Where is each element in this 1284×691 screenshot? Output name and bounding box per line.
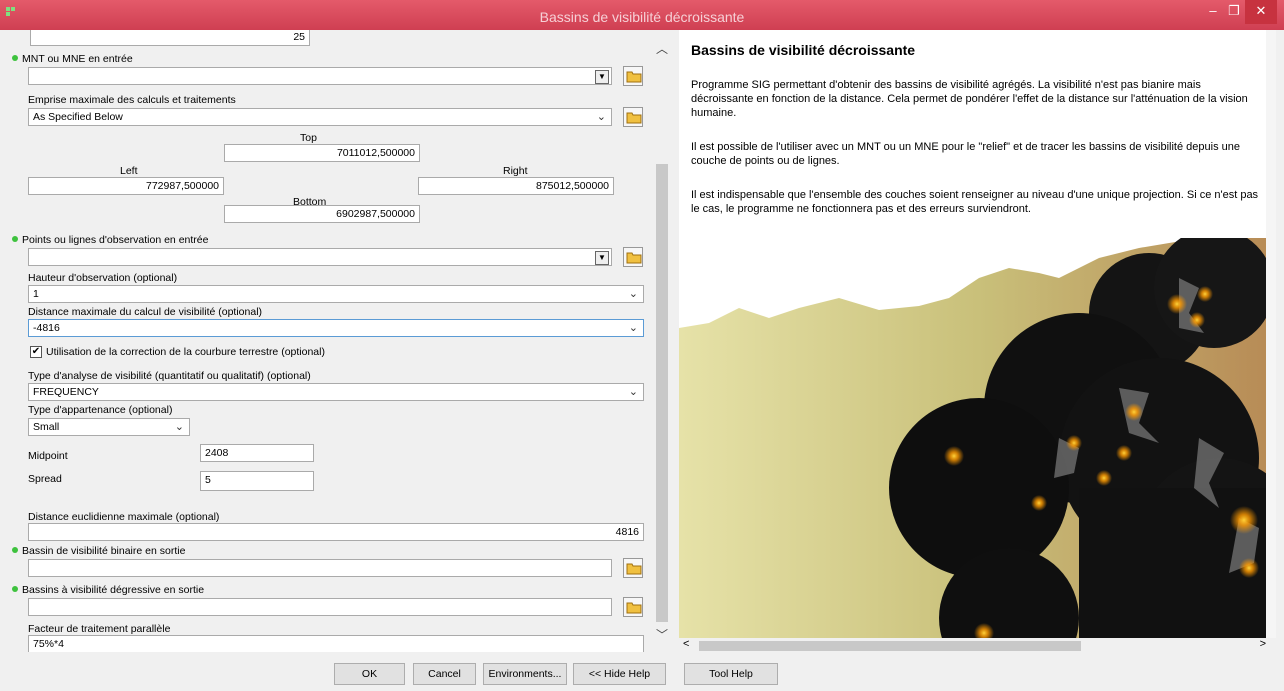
chevron-down-icon: ⌄ (628, 386, 638, 398)
facteur-input[interactable]: 75%*4 (28, 635, 644, 652)
type-analyse-select[interactable]: FREQUENCY ⌄ (28, 383, 644, 401)
viewshed-map-image (679, 238, 1276, 638)
cancel-button[interactable]: Cancel (413, 663, 476, 685)
points-input[interactable] (28, 248, 612, 266)
euclid-input[interactable]: 4816 (28, 523, 644, 541)
degressive-input[interactable] (28, 598, 612, 616)
curvature-label: Utilisation de la correction de la courb… (46, 346, 325, 358)
help-paragraph-3: Il est indispensable que l'ensemble des … (691, 189, 1259, 215)
scrollbar-thumb[interactable] (699, 641, 1081, 651)
distance-label: Distance maximale du calcul de visibilit… (28, 306, 263, 318)
top-extent-input[interactable]: 7011012,500000 (224, 144, 420, 162)
midpoint-label: Midpoint (28, 450, 68, 462)
right-extent-input[interactable]: 875012,500000 (418, 177, 614, 195)
distance-select[interactable]: -4816 ⌄ (28, 319, 644, 337)
required-dot-icon (12, 547, 18, 553)
mnt-dropdown-icon[interactable]: ▼ (595, 70, 609, 84)
left-extent-input[interactable]: 772987,500000 (28, 177, 224, 195)
tool-help-button[interactable]: Tool Help (684, 663, 778, 685)
appartenance-select[interactable]: Small ⌄ (28, 418, 190, 436)
help-vertical-scrollbar[interactable] (1266, 30, 1276, 638)
mnt-browse-folder-icon[interactable] (623, 66, 643, 86)
required-dot-icon (12, 55, 18, 61)
help-panel: Bassins de visibilité décroissante Progr… (679, 30, 1276, 638)
bottom-extent-input[interactable]: 6902987,500000 (224, 205, 420, 223)
help-horizontal-scrollbar[interactable]: < > (679, 638, 1276, 654)
close-button[interactable]: ✕ (1245, 0, 1277, 24)
extent-label: Emprise maximale des calculs et traiteme… (28, 94, 236, 106)
spread-input[interactable]: 5 (200, 471, 314, 491)
appartenance-label: Type d'appartenance (optional) (28, 404, 173, 416)
extent-browse-folder-icon[interactable] (623, 107, 643, 127)
hauteur-select[interactable]: 1 ⌄ (28, 285, 644, 303)
scrollbar-thumb[interactable] (656, 164, 668, 622)
points-label: Points ou lignes d'observation en entrée (12, 234, 208, 246)
points-dropdown-icon[interactable]: ▼ (595, 251, 609, 265)
chevron-down-icon: ⌄ (174, 421, 184, 433)
help-paragraph-2: Il est possible de l'utiliser avec un MN… (691, 141, 1240, 167)
mnt-label: MNT ou MNE en entrée (12, 53, 133, 65)
binaire-label: Bassin de visibilité binaire en sortie (12, 545, 185, 557)
help-paragraph-1: Programme SIG permettant d'obtenir des b… (691, 79, 1248, 119)
euclid-label: Distance euclidienne maximale (optional) (28, 511, 220, 523)
extent-select[interactable]: As Specified Below ⌄ (28, 108, 612, 126)
hide-help-button[interactable]: << Hide Help (573, 663, 666, 685)
left-label: Left (120, 165, 138, 177)
degressive-label: Bassins à visibilité dégressive en sorti… (12, 584, 204, 596)
required-dot-icon (12, 236, 18, 242)
help-title: Bassins de visibilité décroissante (691, 42, 916, 58)
ok-button[interactable]: OK (334, 663, 405, 685)
hauteur-label: Hauteur d'observation (optional) (28, 272, 178, 284)
midpoint-input[interactable]: 2408 (200, 444, 314, 462)
minimize-button[interactable]: – (1202, 0, 1224, 24)
chevron-down-icon: ⌄ (596, 111, 606, 123)
binaire-browse-folder-icon[interactable] (623, 558, 643, 578)
window-title: Bassins de visibilité décroissante (539, 9, 745, 25)
chevron-down-icon: ⌄ (628, 322, 638, 334)
chevron-down-icon: ⌄ (628, 288, 638, 300)
scroll-down-icon[interactable]: ﹀ (653, 626, 671, 643)
degressive-browse-folder-icon[interactable] (623, 597, 643, 617)
required-dot-icon (12, 586, 18, 592)
maximize-button[interactable]: ❐ (1224, 0, 1244, 24)
title-bar: Bassins de visibilité décroissante – ❐ ✕ (0, 0, 1284, 30)
environments-button[interactable]: Environments... (483, 663, 567, 685)
spread-label: Spread (28, 473, 62, 485)
right-label: Right (503, 165, 528, 177)
scroll-up-icon[interactable]: ︿ (653, 40, 671, 57)
mnt-input[interactable] (28, 67, 612, 85)
scroll-right-icon[interactable]: > (1260, 638, 1266, 650)
previous-field[interactable]: 25 (30, 30, 310, 46)
top-label: Top (300, 132, 317, 144)
parameters-panel: 25 MNT ou MNE en entrée ▼ Emprise maxima… (8, 30, 653, 652)
facteur-label: Facteur de traitement parallèle (28, 623, 171, 635)
curvature-checkbox[interactable]: ✔ (30, 346, 42, 358)
type-analyse-label: Type d'analyse de visibilité (quantitati… (28, 370, 311, 382)
scroll-left-icon[interactable]: < (683, 638, 689, 650)
points-browse-folder-icon[interactable] (623, 247, 643, 267)
parameters-scrollbar[interactable]: ︿ ﹀ (653, 30, 671, 652)
binaire-input[interactable] (28, 559, 612, 577)
